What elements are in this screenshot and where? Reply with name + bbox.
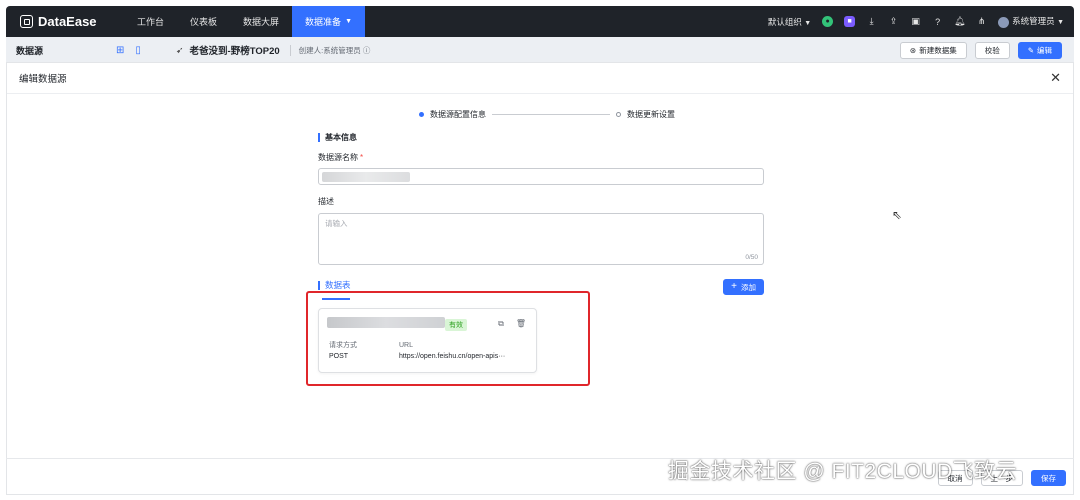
creator-text: 创建人:系统管理员: [298, 45, 361, 55]
api-datasource-icon: ➹: [176, 44, 184, 55]
close-icon[interactable]: ✕: [1050, 70, 1061, 86]
button-label: 保存: [1041, 473, 1056, 483]
textarea-placeholder: 请输入: [325, 219, 348, 228]
datasource-panel-actions: ⊞ ▯: [116, 45, 166, 56]
step-2-label[interactable]: 数据更新设置: [627, 109, 675, 120]
request-url: URL https://open.feishu.cn/open-apis···: [399, 340, 505, 362]
button-label: 校验: [984, 45, 1000, 55]
validate-button[interactable]: 校验: [974, 41, 1010, 59]
watermark-text: 掘金技术社区 @ FIT2CLOUD飞致云: [668, 460, 1018, 483]
method-value: POST: [329, 353, 349, 360]
nav-item-screen[interactable]: 数据大屏: [230, 6, 292, 37]
new-folder-icon[interactable]: ⊞: [116, 45, 124, 56]
nav-item-label: 仪表板: [190, 17, 218, 27]
copilot-icon[interactable]: ■: [844, 16, 856, 27]
topbar-tools: 默认组织 ▼ ● ■ ⤓ ⇪ ▣ ? 🔔︎ ⋔ 系统管理员 ▼: [768, 15, 1074, 28]
new-file-icon[interactable]: ▯: [135, 45, 141, 56]
breadcrumb: ➹ 老爸没到-野榜TOP20: [176, 43, 280, 58]
dataease-logo-icon: [20, 15, 33, 28]
card-actions: ⧉ 🗑︎: [498, 319, 526, 329]
step-pending-dot-icon: [616, 112, 621, 117]
dataset-icon: ⊛: [909, 45, 917, 55]
method-key: 请求方式: [329, 342, 357, 349]
desc-label: 描述: [318, 197, 334, 206]
edit-datasource-drawer: 编辑数据源 ✕ 数据源配置信息 数据更新设置 基本信息 数据源名称 * 描述 请输…: [6, 62, 1074, 495]
org-tree-icon[interactable]: ⋔: [976, 16, 987, 27]
chevron-down-icon: ▼: [804, 19, 812, 27]
add-table-button[interactable]: + 添加: [723, 279, 764, 295]
step-indicator: 数据源配置信息 数据更新设置: [419, 109, 675, 120]
datasource-name-input[interactable]: [318, 168, 764, 185]
step-active-dot-icon: [419, 112, 424, 117]
drawer-title: 编辑数据源: [19, 74, 67, 85]
edit-button[interactable]: ✎ 编辑: [1017, 41, 1062, 59]
request-method: 请求方式 POST: [329, 340, 357, 362]
org-selector[interactable]: 默认组织 ▼: [768, 16, 811, 28]
nav-item-label: 工作台: [137, 17, 165, 27]
top-navbar: DataEase 工作台 仪表板 数据大屏 数据准备 ▼ 默认组织 ▼ ● ■ ⤓…: [6, 6, 1074, 37]
redacted-table-name: [327, 317, 445, 328]
step-connector: [492, 114, 610, 115]
user-menu[interactable]: 系统管理员 ▼: [998, 15, 1064, 28]
brand-name: DataEase: [38, 14, 97, 29]
copy-icon[interactable]: ⧉: [498, 319, 504, 329]
datasource-actions: ⊛ 新建数据集 校验 ✎ 编辑: [899, 41, 1074, 59]
name-label: 数据源名称 *: [318, 152, 764, 163]
description-textarea[interactable]: 请输入 0/50: [318, 213, 764, 265]
api-table-card[interactable]: 有效 ⧉ 🗑︎ 请求方式 POST URL https://open.feish…: [318, 308, 537, 373]
redacted-name: [322, 172, 410, 182]
help-icon[interactable]: ?: [932, 16, 943, 27]
datasource-name: 老爸没到-野榜TOP20: [189, 46, 280, 57]
plus-icon: +: [731, 281, 737, 292]
section-title-basic: 基本信息: [318, 133, 764, 142]
export-icon[interactable]: ⇪: [888, 16, 899, 27]
step-1-label[interactable]: 数据源配置信息: [430, 109, 486, 120]
edit-icon: ✎: [1027, 45, 1034, 55]
nav-item-dashboard[interactable]: 仪表板: [177, 6, 230, 37]
button-label: 新建数据集: [919, 45, 957, 55]
status-badge: 有效: [445, 319, 467, 331]
nav-item-workbench[interactable]: 工作台: [124, 6, 177, 37]
package-icon[interactable]: ▣: [910, 16, 921, 27]
button-label: 编辑: [1037, 45, 1052, 55]
nav-item-label: 数据大屏: [243, 17, 280, 27]
creator-info: 创建人:系统管理员 ⓘ: [289, 44, 371, 56]
new-dataset-button[interactable]: ⊛ 新建数据集: [899, 41, 967, 59]
nav-item-label: 数据准备: [305, 17, 342, 27]
name-label-text: 数据源名称: [318, 153, 358, 162]
bell-icon[interactable]: 🔔︎: [954, 16, 965, 27]
delete-icon[interactable]: 🗑︎: [516, 319, 526, 329]
mouse-cursor-icon: ⇖: [892, 208, 903, 222]
required-marker: *: [360, 153, 364, 162]
datasource-toolbar: 数据源 ⊞ ▯ ➹ 老爸没到-野榜TOP20 创建人:系统管理员 ⓘ ⊛ 新建数据…: [6, 37, 1074, 64]
tab-data-tables[interactable]: 数据表: [318, 281, 351, 290]
basic-info-form: 基本信息 数据源名称 * 描述 请输入 0/50: [318, 133, 764, 265]
char-counter: 0/50: [745, 254, 758, 261]
user-name: 系统管理员: [1012, 16, 1055, 27]
button-label: 添加: [741, 282, 756, 292]
nav-item-data-prep[interactable]: 数据准备 ▼: [292, 6, 365, 37]
org-name: 默认组织: [767, 16, 802, 27]
main-nav: 工作台 仪表板 数据大屏 数据准备 ▼: [124, 6, 365, 37]
drawer-header: 编辑数据源 ✕: [7, 63, 1073, 94]
info-icon[interactable]: ⓘ: [363, 46, 371, 55]
chevron-down-icon: ▼: [1057, 19, 1064, 27]
avatar: [998, 16, 1010, 28]
download-icon[interactable]: ⤓: [866, 16, 877, 27]
chevron-down-icon: ▼: [345, 18, 352, 25]
brand-logo[interactable]: DataEase: [6, 14, 124, 29]
datasource-panel-title: 数据源: [16, 45, 44, 56]
url-key: URL: [399, 342, 414, 349]
save-button[interactable]: 保存: [1031, 470, 1066, 486]
ai-assistant-icon[interactable]: ●: [822, 16, 834, 27]
url-value: https://open.feishu.cn/open-apis···: [399, 353, 506, 360]
